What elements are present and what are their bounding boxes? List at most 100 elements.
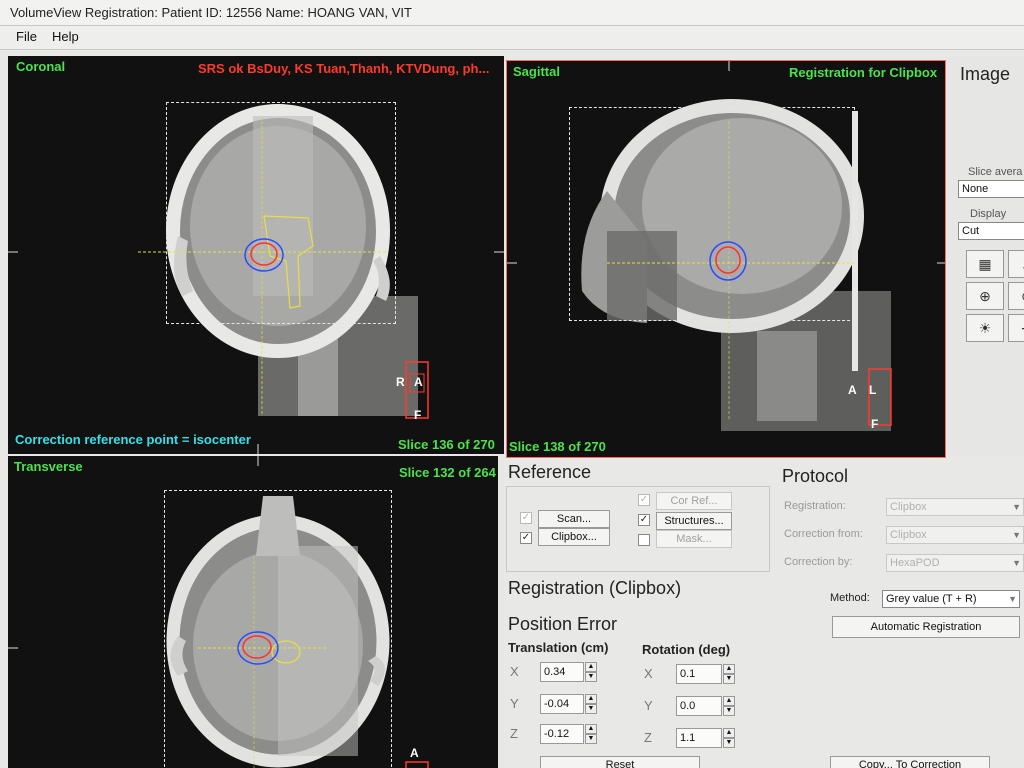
cor-ref-checkbox[interactable]: ✓ <box>638 494 650 506</box>
image-panel: Image Slice avera None Display me Cut ▦ … <box>948 56 1024 456</box>
window-level-icon-button[interactable]: ▦ <box>966 250 1004 278</box>
cor-ref-button[interactable]: Cor Ref... <box>656 492 732 510</box>
rotation-z-label: Z <box>644 730 652 745</box>
chevron-down-icon: ▼ <box>1012 558 1021 568</box>
spin-up-icon[interactable]: ▲ <box>585 662 597 672</box>
slice-average-value: None <box>962 183 989 195</box>
sagittal-viewport[interactable]: Sagittal Registration for Clipbox Slice … <box>506 60 946 458</box>
translation-y-value: -0.04 <box>544 698 570 710</box>
sagittal-slice-info: Slice 138 of 270 <box>509 439 606 454</box>
mask-button[interactable]: Mask... <box>656 530 732 548</box>
spin-up-icon[interactable]: ▲ <box>723 696 735 706</box>
coronal-viewport[interactable]: Coronal SRS ok BsDuy, KS Tuan,Thanh, KTV… <box>8 56 504 454</box>
menu-file[interactable]: File <box>16 29 37 44</box>
coronal-orient-f: F <box>414 408 422 422</box>
translation-z-input[interactable]: -0.12 ▲ ▼ <box>540 724 597 744</box>
structures-button[interactable]: Structures... <box>656 512 732 530</box>
structures-checkbox[interactable]: ✓ <box>638 514 650 526</box>
transverse-clipbox[interactable] <box>164 490 392 768</box>
menu-help[interactable]: Help <box>52 29 79 44</box>
chevron-down-icon: ▼ <box>1012 502 1021 512</box>
zoom-in-icon-button[interactable]: ⊕ <box>966 282 1004 310</box>
translation-x-value: 0.34 <box>544 666 566 678</box>
sagittal-clipbox[interactable] <box>569 107 855 321</box>
spin-up-icon[interactable]: ▲ <box>723 664 735 674</box>
pan-icon-button[interactable]: ↗ <box>1008 250 1024 278</box>
rotation-z-value: 1.1 <box>680 732 696 744</box>
spin-up-icon[interactable]: ▲ <box>585 724 597 734</box>
registration-protocol-select[interactable]: Clipbox ▼ <box>886 498 1024 516</box>
window-level-icon: ▦ <box>978 256 992 272</box>
automatic-registration-button[interactable]: Automatic Registration <box>832 616 1020 638</box>
registration-protocol-label: Registration: <box>784 500 846 512</box>
correction-by-label: Correction by: <box>784 556 853 568</box>
slice-average-label: Slice avera <box>968 166 1023 178</box>
protocol-panel: Protocol Registration: Clipbox ▼ Correcti… <box>776 462 1024 576</box>
position-error-title: Position Error <box>508 614 618 634</box>
scan-checkbox[interactable]: ✓ <box>520 512 532 524</box>
chevron-down-icon: ▼ <box>1008 594 1017 604</box>
coronal-orient-a: A <box>414 375 423 389</box>
reference-panel: Reference ✓ Scan... ✓ Clipbox... ✓ Cor R… <box>500 458 774 574</box>
reset-button[interactable]: Reset <box>540 756 700 768</box>
brightness-icon-button[interactable]: ☀ <box>966 314 1004 342</box>
spin-down-icon[interactable]: ▼ <box>723 738 735 748</box>
spin-down-icon[interactable]: ▼ <box>723 706 735 716</box>
window-title: VolumeView Registration: Patient ID: 125… <box>10 5 412 20</box>
spin-down-icon[interactable]: ▼ <box>723 674 735 684</box>
clipbox-checkbox[interactable]: ✓ <box>520 532 532 544</box>
menu-bar: File Help <box>0 26 1024 50</box>
zoom-out-icon-button[interactable]: ⊖ <box>1008 282 1024 310</box>
method-value: Grey value (T + R) <box>886 593 977 605</box>
rotation-z-input[interactable]: 1.1 ▲ ▼ <box>676 728 735 748</box>
spin-down-icon[interactable]: ▼ <box>585 672 597 682</box>
spin-up-icon[interactable]: ▲ <box>585 694 597 704</box>
correction-by-select[interactable]: HexaPOD ▼ <box>886 554 1024 572</box>
rotation-y-input[interactable]: 0.0 ▲ ▼ <box>676 696 735 716</box>
scan-button[interactable]: Scan... <box>538 510 610 528</box>
correction-reference-text: Correction reference point = isocenter <box>15 432 251 447</box>
transverse-orient-a: A <box>410 746 419 760</box>
display-mode-select[interactable]: Cut <box>958 222 1024 240</box>
rotation-x-input[interactable]: 0.1 ▲ ▼ <box>676 664 735 684</box>
sagittal-label: Sagittal <box>513 64 560 79</box>
title-bar: VolumeView Registration: Patient ID: 125… <box>0 0 1024 26</box>
translation-header: Translation (cm) <box>508 640 609 655</box>
rotation-x-label: X <box>644 666 653 681</box>
sagittal-orient-a: A <box>848 383 857 397</box>
rotation-x-value: 0.1 <box>680 668 696 680</box>
slice-average-select[interactable]: None <box>958 180 1024 198</box>
correction-by-value: HexaPOD <box>890 557 940 569</box>
transverse-label: Transverse <box>14 459 83 474</box>
registration-title: Registration (Clipbox) <box>508 578 682 598</box>
spin-down-icon[interactable]: ▼ <box>585 704 597 714</box>
reference-title: Reference <box>508 462 592 482</box>
translation-z-label: Z <box>510 726 518 741</box>
translation-x-input[interactable]: 0.34 ▲ ▼ <box>540 662 597 682</box>
method-select[interactable]: Grey value (T + R) ▼ <box>882 590 1020 608</box>
image-panel-title: Image <box>960 64 1011 84</box>
transverse-viewport[interactable]: Transverse Slice 132 of 264 A <box>8 456 498 768</box>
coronal-clipbox[interactable] <box>166 102 396 324</box>
spin-down-icon[interactable]: ▼ <box>585 734 597 744</box>
coronal-label: Coronal <box>16 59 66 74</box>
copy-to-correction-button[interactable]: Copy... To Correction <box>830 756 990 768</box>
translation-z-value: -0.12 <box>544 728 570 740</box>
clipbox-button[interactable]: Clipbox... <box>538 528 610 546</box>
translation-y-input[interactable]: -0.04 ▲ ▼ <box>540 694 597 714</box>
rotation-y-value: 0.0 <box>680 700 696 712</box>
sagittal-orient-l: L <box>869 383 877 397</box>
mask-checkbox[interactable] <box>638 534 650 546</box>
display-mode-value: Cut <box>962 225 980 237</box>
coronal-orient-r: R <box>396 375 405 389</box>
coronal-slice-info: Slice 136 of 270 <box>398 437 495 452</box>
reset-view-icon-button[interactable]: ⇥ <box>1008 314 1024 342</box>
sagittal-orient-f: F <box>871 417 879 431</box>
method-label: Method: <box>830 592 870 604</box>
chevron-down-icon: ▼ <box>1012 530 1021 540</box>
registration-protocol-value: Clipbox <box>890 501 927 513</box>
correction-from-select[interactable]: Clipbox ▼ <box>886 526 1024 544</box>
registration-for-clipbox-text: Registration for Clipbox <box>789 65 938 80</box>
spin-up-icon[interactable]: ▲ <box>723 728 735 738</box>
correction-from-label: Correction from: <box>784 528 863 540</box>
